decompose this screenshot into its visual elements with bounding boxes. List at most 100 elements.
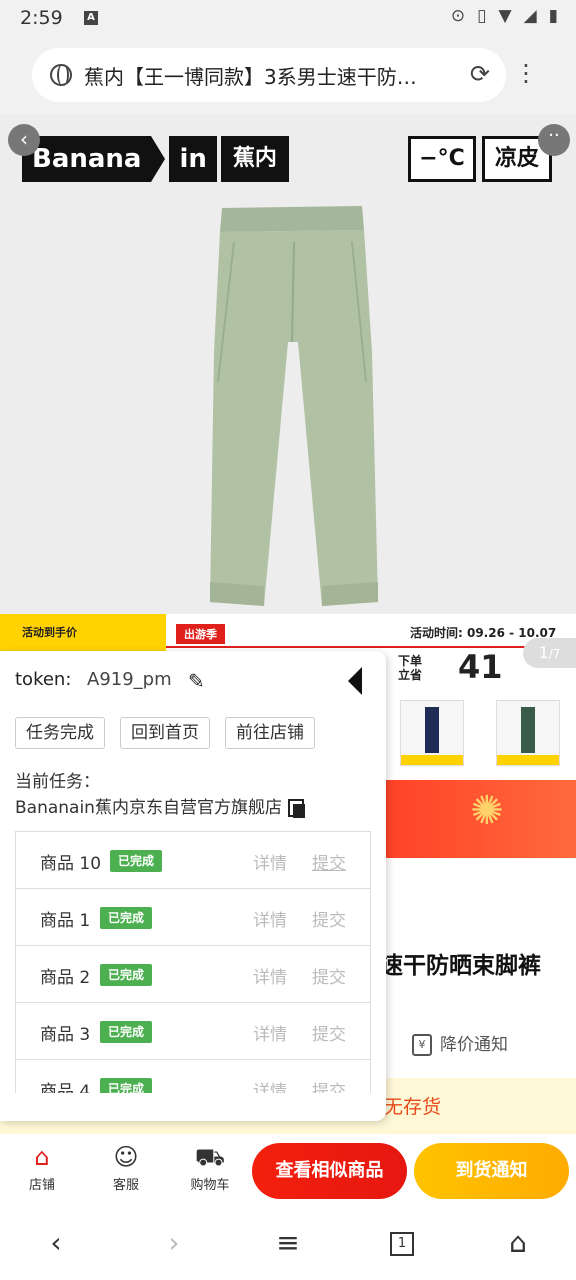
forward-nav-icon[interactable]: ›: [154, 1226, 194, 1259]
status-badge: 已完成: [100, 907, 153, 929]
tag-temperature: −°C: [408, 136, 476, 182]
status-badge: 已完成: [100, 1021, 153, 1043]
shop-button[interactable]: ⌂ 店铺: [12, 1142, 72, 1193]
task-complete-button[interactable]: 任务完成: [15, 717, 105, 749]
task-list[interactable]: 商品 10 已完成 详情 提交 商品 1 已完成 详情 提交 商品 2 已完成 …: [15, 831, 371, 1093]
menu-nav-icon[interactable]: ≡: [268, 1226, 308, 1259]
copy-icon[interactable]: [287, 799, 305, 818]
price-notify[interactable]: ¥ 降价通知: [412, 1030, 508, 1056]
item-name: 商品 1: [40, 911, 91, 931]
detail-link[interactable]: 详情: [253, 1077, 287, 1093]
product-image[interactable]: Banana in 蕉内 −°C 凉皮 ‹ ··: [0, 114, 576, 614]
home-nav-icon[interactable]: ⌂: [498, 1226, 538, 1259]
list-item: 商品 1 已完成 详情 提交: [16, 889, 370, 946]
page-current: 1: [538, 643, 549, 662]
thumb-pants: [400, 700, 464, 766]
signal-icon: ◢: [523, 6, 537, 26]
list-item: 商品 10 已完成 详情 提交: [16, 832, 370, 889]
notification-icon: A: [84, 11, 98, 25]
brand-in: in: [169, 136, 217, 182]
submit-link[interactable]: 提交: [312, 1020, 346, 1045]
submit-link[interactable]: 提交: [312, 963, 346, 988]
wifi-icon: ▼: [498, 6, 512, 26]
promo-divider: [166, 646, 576, 648]
thumb-price-bar: [401, 755, 463, 765]
save-label: 下单 立省: [398, 654, 422, 682]
edit-icon[interactable]: ✎: [188, 669, 205, 693]
url-title[interactable]: 蕉内【王一博同款】3系男士速干防…: [84, 61, 456, 90]
item-name: 商品 3: [40, 1025, 91, 1045]
brand-banana: Banana: [22, 136, 152, 182]
vibrate-icon: ▯: [477, 6, 487, 26]
submit-link[interactable]: 提交: [312, 849, 346, 874]
more-dots-icon[interactable]: ··: [538, 124, 570, 156]
detail-link[interactable]: 详情: [253, 1020, 287, 1045]
item-name: 商品 4: [40, 1082, 91, 1093]
back-home-button[interactable]: 回到首页: [120, 717, 210, 749]
thumb-model: [496, 700, 560, 766]
detail-link[interactable]: 详情: [253, 906, 287, 931]
item-name: 商品 2: [40, 968, 91, 988]
list-item: 商品 2 已完成 详情 提交: [16, 946, 370, 1003]
page-total: /7: [548, 647, 561, 661]
more-menu-icon[interactable]: · · ·: [520, 54, 532, 94]
detail-link[interactable]: 详情: [253, 849, 287, 874]
battery-icon: ▮: [548, 6, 558, 26]
thumb-figure: [521, 707, 535, 753]
service-button[interactable]: ☺ 客服: [96, 1142, 156, 1193]
status-icons: ⊙ ▯ ▼ ◢ ▮: [451, 6, 558, 26]
price-tag-icon: ¥: [412, 1034, 432, 1056]
current-task-store: Bananain蕉内京东自营官方旗舰店: [15, 793, 305, 818]
cart-button[interactable]: ⛟ 购物车: [180, 1142, 240, 1193]
status-badge: 已完成: [100, 964, 153, 986]
tabs-count: 1: [390, 1232, 414, 1256]
status-bar: 2:59 A ⊙ ▯ ▼ ◢ ▮: [0, 0, 576, 38]
item-name: 商品 10: [40, 854, 102, 874]
thumb-price-bar: [497, 755, 559, 765]
task-panel: token: A919_pm ✎ 任务完成 回到首页 前往店铺 当前任务： Ba…: [0, 651, 386, 1121]
back-icon[interactable]: ‹: [8, 124, 40, 156]
globe-icon: [50, 64, 72, 86]
arrival-price-label: 活动到手价: [0, 614, 166, 654]
tabs-nav-icon[interactable]: 1: [382, 1226, 422, 1259]
save-label-1: 下单: [398, 654, 423, 668]
collapse-panel-icon[interactable]: [348, 667, 362, 695]
detail-link[interactable]: 详情: [253, 963, 287, 988]
back-nav-icon[interactable]: ‹: [36, 1226, 76, 1259]
brand-logo: Banana in 蕉内: [22, 136, 289, 182]
similar-products-button[interactable]: 查看相似商品: [252, 1143, 407, 1199]
cart-label: 购物车: [190, 1178, 230, 1193]
no-stock-label: 无存货: [384, 1096, 442, 1118]
list-item: 商品 3 已完成 详情 提交: [16, 1003, 370, 1060]
address-bar[interactable]: 蕉内【王一博同款】3系男士速干防… ⟳: [32, 48, 506, 102]
reload-icon[interactable]: ⟳: [470, 60, 490, 88]
token-value: A919_pm: [87, 669, 172, 690]
browser-toolbar: 蕉内【王一博同款】3系男士速干防… ⟳ · · ·: [0, 38, 576, 114]
shop-label: 店铺: [28, 1178, 55, 1193]
image-pager: 1/7: [523, 638, 576, 668]
shop-icon: ⌂: [34, 1143, 50, 1171]
product-title: 速干防晒束脚裤: [380, 953, 541, 979]
chat-icon: ☺: [113, 1143, 139, 1171]
price-notify-label: 降价通知: [440, 1035, 508, 1055]
thumb-figure: [425, 707, 439, 753]
go-store-button[interactable]: 前往店铺: [225, 717, 315, 749]
list-item: 商品 4 已完成 详情 提交: [16, 1060, 370, 1093]
cart-icon: ⛟: [194, 1143, 226, 1171]
save-amount: 41: [458, 648, 503, 686]
status-badge: 已完成: [110, 850, 163, 872]
firework-icon: ✺: [470, 788, 504, 834]
bottom-action-bar: ⌂ 店铺 ☺ 客服 ⛟ 购物车 查看相似商品 到货通知: [0, 1134, 576, 1210]
arrival-notify-button[interactable]: 到货通知: [414, 1143, 569, 1199]
current-task-label: 当前任务：: [15, 772, 100, 792]
token-label: token:: [15, 669, 72, 690]
pants-illustration: [210, 206, 378, 606]
status-badge: 已完成: [100, 1078, 153, 1093]
task-store-name: Bananain蕉内京东自营官方旗舰店: [15, 798, 282, 818]
browser-nav-bar: ‹ › ≡ 1 ⌂: [0, 1210, 576, 1280]
location-icon: ⊙: [450, 6, 466, 26]
status-time: 2:59: [20, 7, 63, 29]
submit-link[interactable]: 提交: [312, 906, 346, 931]
service-label: 客服: [112, 1178, 139, 1193]
submit-link[interactable]: 提交: [312, 1077, 346, 1093]
